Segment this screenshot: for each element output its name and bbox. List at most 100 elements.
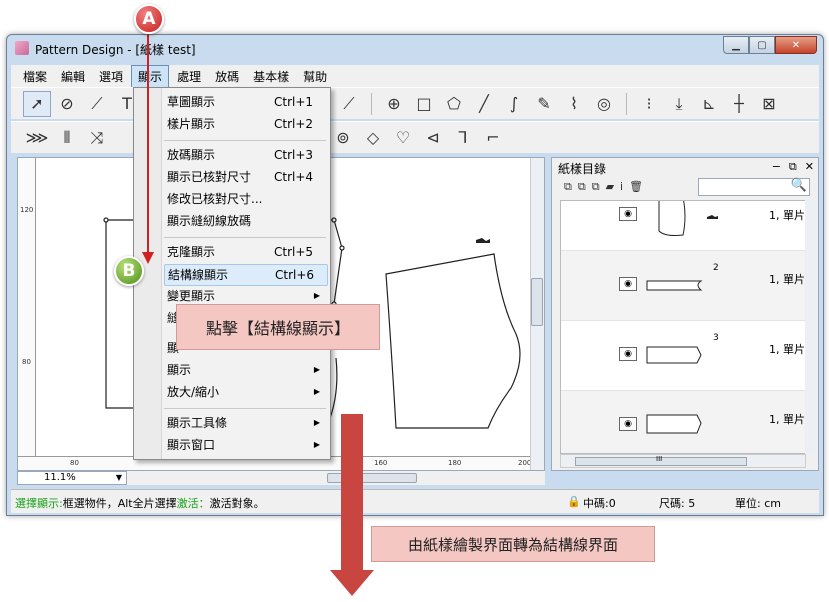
minimize-button[interactable]: ▁ <box>723 36 749 54</box>
search-icon[interactable]: 🔍 <box>791 178 807 193</box>
menu-separator <box>164 140 326 141</box>
circle-target-icon[interactable]: ⊕ <box>380 91 408 117</box>
axis-icon[interactable]: ⊾ <box>695 91 723 117</box>
diamond-icon[interactable]: ◇ <box>359 125 387 151</box>
menu-item-grading-display[interactable]: 放碼顯示 Ctrl+3 <box>164 145 328 167</box>
close-button[interactable]: ✕ <box>775 36 817 54</box>
piece-count: 1, 單片 <box>769 343 805 356</box>
info-icon[interactable]: i <box>620 180 623 194</box>
grip-icon: III <box>656 455 663 463</box>
status-activate-hint: 激活對象。 <box>209 497 265 510</box>
menu-item-show-window[interactable]: 顯示窗口 ▶ <box>164 435 328 457</box>
toolbar-separator <box>371 92 372 115</box>
menu-item-label: 樣片顯示 <box>167 117 216 131</box>
dash-cross-icon[interactable]: ┼ <box>725 91 753 117</box>
step-badge-b: B <box>114 256 144 286</box>
folder-icon[interactable]: ▰ <box>606 180 614 194</box>
panel-vertical-scrollbar[interactable] <box>805 200 817 454</box>
scissor-line-icon[interactable]: ⌇ <box>560 91 588 117</box>
copy-icon[interactable]: ⧉ <box>564 180 572 194</box>
callout-click-structure-line: 點擊【結構線顯示】 <box>176 304 380 350</box>
menu-item-structure-line-display[interactable]: 結構線顯示 Ctrl+6 <box>164 264 328 286</box>
menu-file[interactable]: 檔案 <box>17 66 53 87</box>
menu-shortcut: Ctrl+3 <box>274 148 314 162</box>
zoom-select[interactable]: 11.1% ▼ <box>17 471 127 485</box>
zoom-value: 11.1% <box>44 472 76 483</box>
menu-options[interactable]: 選項 <box>93 66 129 87</box>
menu-process[interactable]: 處理 <box>171 66 207 87</box>
canvas-scroll-thumb[interactable] <box>531 278 543 326</box>
status-activate-mode: 激活： <box>176 497 210 510</box>
menu-item-edit-checked-size[interactable]: 修改已核對尺寸... <box>164 189 328 211</box>
corner-icon[interactable]: ⅂ <box>449 125 477 151</box>
fold-icon[interactable]: ♡ <box>389 125 417 151</box>
eye-icon[interactable]: ◉ <box>619 347 637 361</box>
panel-search-input[interactable]: 🔍 <box>698 178 810 196</box>
menu-separator <box>164 237 326 238</box>
trash-icon[interactable]: 🗑 <box>629 180 643 194</box>
piece-thumbnail <box>646 280 703 291</box>
menu-shortcut: Ctrl+4 <box>274 170 314 184</box>
spiral-icon[interactable]: ◎ <box>590 91 618 117</box>
list-item[interactable]: ◉ 3 1, 單片 <box>561 321 805 391</box>
pattern-catalog-panel: 紙樣目錄 − ⧉ ✕ ⧉ ⧉ ⧉ ▰ i 🗑 🔍 ◉ 1, 單片 ◉ 2 1, … <box>551 157 819 471</box>
menu-help[interactable]: 幫助 <box>297 66 333 87</box>
panel-minimize-icon[interactable]: − <box>772 160 781 174</box>
notch-icon[interactable]: ⊚ <box>329 125 357 151</box>
menu-display[interactable]: 顯示 <box>131 64 170 88</box>
hexagon-icon[interactable]: ⬠ <box>440 91 468 117</box>
piece-number: 3 <box>713 333 719 343</box>
menu-item-label: 修改已核對尺寸... <box>167 192 263 206</box>
clone-icon[interactable]: ⧉ <box>592 180 600 194</box>
menu-item-piece-display[interactable]: 樣片顯示 Ctrl+2 <box>164 114 328 136</box>
menu-item-show-toolbar[interactable]: 顯示工具條 ▶ <box>164 413 328 435</box>
down-arrow-icon[interactable]: ⤓ <box>665 91 693 117</box>
menu-grading[interactable]: 放碼 <box>209 66 245 87</box>
canvas-vertical-scrollbar[interactable] <box>530 158 544 470</box>
chevron-down-icon[interactable]: ▼ <box>116 472 122 484</box>
panel-scroll-thumb[interactable]: III <box>575 455 747 466</box>
panel-float-icon[interactable]: ⧉ <box>789 160 797 174</box>
menu-basic-pattern[interactable]: 基本樣 <box>247 66 295 87</box>
bracket-icon[interactable]: ⌐ <box>479 125 507 151</box>
status-unit: 單位: cm <box>735 497 781 510</box>
vertical-dots-icon[interactable]: ⁝ <box>635 91 663 117</box>
curve-icon[interactable]: ∫ <box>500 91 528 117</box>
list-item[interactable]: ◉ 1, 單片 <box>561 391 805 453</box>
status-select-mode: 選擇顯示: <box>15 497 63 510</box>
menu-item-sketch-display[interactable]: 草圖顯示 Ctrl+1 <box>164 92 328 114</box>
maximize-button[interactable]: ▢ <box>749 36 775 54</box>
shape-icon[interactable]: ⊲ <box>419 125 447 151</box>
eye-icon[interactable]: ◉ <box>619 277 637 291</box>
menu-item-zoom[interactable]: 放大/縮小 ▶ <box>164 382 328 404</box>
menu-item-label: 變更顯示 <box>167 289 216 303</box>
grid-icon[interactable]: ⟋ <box>335 91 363 117</box>
rotate-icon[interactable]: ⤨ <box>83 125 111 151</box>
menu-item-clone-display[interactable]: 克隆顯示 Ctrl+5 <box>164 242 328 264</box>
menu-item-display-sub[interactable]: 顯示 ▶ <box>164 360 328 382</box>
list-item[interactable]: ◉ 1, 單片 <box>561 201 805 251</box>
select-arrow-icon[interactable]: ➚ <box>23 90 51 117</box>
panel-horizontal-scrollbar[interactable]: III <box>560 454 806 468</box>
box-cross-icon[interactable]: ⊠ <box>755 91 783 117</box>
menu-edit[interactable]: 編輯 <box>55 66 91 87</box>
piece-thumbnail <box>658 201 718 236</box>
menu-item-seam-grading[interactable]: 顯示縫紉線放碼 <box>164 211 328 233</box>
menu-item-show-checked-size[interactable]: 顯示已核對尺寸 Ctrl+4 <box>164 167 328 189</box>
line-icon[interactable]: ╱ <box>470 91 498 117</box>
piece-list: ◉ 1, 單片 ◉ 2 1, 單片 ◉ 3 1, 單片 ◉ 1, 單片 <box>560 200 806 454</box>
eye-icon[interactable]: ◉ <box>619 417 637 431</box>
ruler-icon[interactable]: ⟋ <box>83 91 111 117</box>
canvas-bottom-bar: 11.1% ▼ <box>17 471 545 485</box>
square-icon[interactable]: □ <box>410 91 438 117</box>
ruler-label: 80 <box>22 358 31 366</box>
panel-close-icon[interactable]: ✕ <box>805 160 814 174</box>
duplicate-icon[interactable]: ⧉ <box>578 180 586 194</box>
dart-icon[interactable]: ⋙ <box>23 125 51 151</box>
eye-icon[interactable]: ◉ <box>619 207 637 221</box>
list-item[interactable]: ◉ 2 1, 單片 <box>561 251 805 321</box>
zoom-icon[interactable]: ⊘ <box>53 91 81 117</box>
title-bar[interactable]: Pattern Design - [紙樣 test] ▁ ▢ ✕ <box>7 35 823 63</box>
columns-icon[interactable]: ⫴ <box>53 125 81 151</box>
edit-check-icon[interactable]: ✎ <box>530 91 558 117</box>
